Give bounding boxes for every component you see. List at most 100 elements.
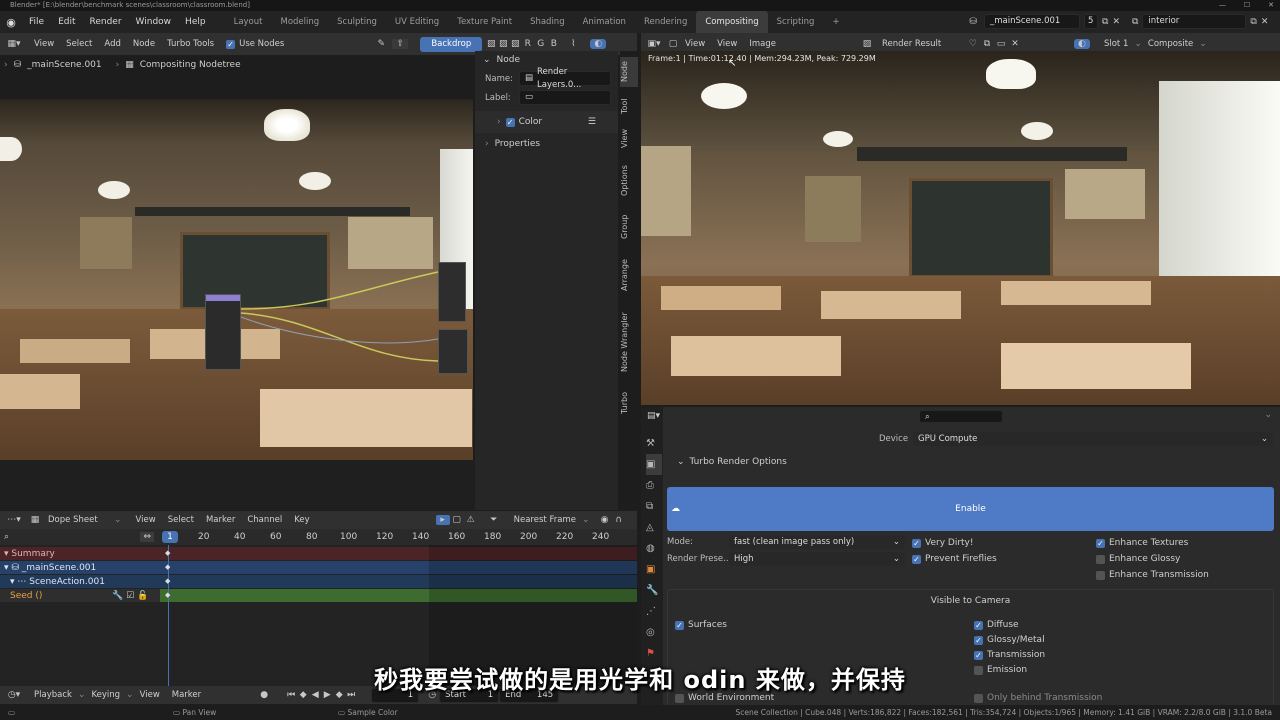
tab-scripting[interactable]: Scripting [768, 11, 824, 33]
tab-texture-paint[interactable]: Texture Paint [448, 11, 521, 33]
scene-name-field[interactable]: _mainScene.001 [984, 14, 1080, 29]
color-subpanel-header[interactable]: › ✓ Color ☰ [475, 111, 618, 133]
overlay-icon[interactable]: ◐ [590, 39, 607, 49]
open-image-icon[interactable]: ▭ [994, 39, 1008, 49]
enhance-transmission-option[interactable]: Enhance Transmission [1096, 570, 1209, 580]
fake-user-icon[interactable]: ♡ [966, 39, 980, 49]
current-frame-indicator[interactable]: 1 [162, 531, 178, 543]
diffuse-checkbox[interactable]: ✓ [974, 620, 983, 630]
color-checkbox[interactable]: ✓ [505, 117, 515, 127]
node-link[interactable] [240, 271, 439, 310]
dopesheet-mode-icon[interactable]: ▦ [28, 515, 42, 525]
tab-shading[interactable]: Shading [521, 11, 574, 33]
enhance-transmission-checkbox[interactable] [1096, 570, 1105, 580]
minimize-button[interactable]: — [1219, 0, 1226, 11]
tool-tab-icon[interactable]: ⚒ [646, 433, 663, 454]
physics-tab-icon[interactable]: ◎ [646, 622, 663, 643]
surfaces-option[interactable]: ✓ Surfaces [675, 620, 727, 630]
channel-g[interactable]: G [534, 39, 547, 49]
very-dirty-option[interactable]: ✓ Very Dirty! [912, 538, 973, 548]
tab-turbo[interactable]: Turbo [620, 387, 638, 419]
tab-arrange[interactable]: Arrange [620, 253, 638, 298]
wrench-icon[interactable]: 🔧 [112, 591, 123, 601]
close-window-button[interactable]: ✕ [1268, 0, 1274, 11]
mode-dropdown[interactable]: fast (clean image pass only) ⌄ [729, 535, 905, 549]
parent-tree-icon[interactable]: ⇧ [392, 39, 409, 49]
breadcrumb-scene[interactable]: _mainScene.001 [27, 60, 101, 70]
blender-logo-icon[interactable]: ◉ [0, 16, 22, 29]
proportional-edit-icon[interactable]: ◉ [598, 515, 612, 525]
very-dirty-checkbox[interactable]: ✓ [912, 538, 921, 548]
glossy-option[interactable]: ✓ Glossy/Metal [974, 635, 1045, 645]
surfaces-checkbox[interactable]: ✓ [675, 620, 684, 630]
world-tab-icon[interactable]: ◍ [646, 538, 663, 559]
view-layer-icon[interactable]: ⧉ [1132, 17, 1138, 27]
enhance-textures-checkbox[interactable]: ✓ [1096, 538, 1105, 548]
properties-panel-header[interactable]: › Properties [475, 135, 618, 153]
node-menu-add[interactable]: Add [98, 33, 126, 55]
new-view-layer-icon[interactable]: ⧉ [1250, 17, 1256, 27]
image-browse-icon[interactable]: ▨ [858, 39, 876, 49]
keyframe-diamond-icon[interactable]: ◆ [165, 577, 170, 585]
node-label-field[interactable]: ▭ [519, 90, 611, 105]
tab-view[interactable]: View [620, 126, 638, 152]
tab-sculpting[interactable]: Sculpting [328, 11, 386, 33]
object-tab-icon[interactable]: ▣ [646, 559, 663, 580]
delete-view-layer-icon[interactable]: ✕ [1261, 17, 1269, 27]
channel-r[interactable]: R [521, 39, 534, 49]
editor-type-icon[interactable]: ▣▾ [641, 39, 667, 49]
editor-type-icon[interactable]: ▤▾ [641, 407, 663, 425]
keyframe-diamond-icon[interactable]: ◆ [165, 591, 170, 599]
transmission-option[interactable]: ✓ Transmission [974, 650, 1045, 660]
menu-file[interactable]: File [22, 11, 51, 33]
dopesheet-menu-marker[interactable]: Marker [200, 511, 241, 529]
turbo-options-header[interactable]: ⌄ Turbo Render Options [677, 457, 787, 467]
tab-animation[interactable]: Animation [574, 11, 635, 33]
keyframe-diamond-icon[interactable]: ◆ [165, 549, 170, 557]
node-name-field[interactable]: ▤ Render Layers.0... [519, 67, 611, 90]
tab-options[interactable]: Options [620, 161, 638, 201]
maximize-button[interactable]: ☐ [1244, 0, 1250, 11]
modifier-tab-icon[interactable]: 🔧 [646, 580, 663, 601]
swap-icon[interactable]: ⇔ [140, 532, 154, 542]
errors-icon[interactable]: ⚠ [464, 515, 478, 525]
particles-tab-icon[interactable]: ⋰ [646, 601, 663, 622]
node-menu-select[interactable]: Select [60, 33, 98, 55]
node-menu-view[interactable]: View [28, 33, 60, 55]
scene-tab-icon[interactable]: ◬ [646, 517, 663, 538]
prevent-fireflies-option[interactable]: ✓ Prevent Fireflies [912, 554, 997, 564]
lock-icon[interactable]: 🔓 [137, 591, 148, 601]
tab-uv-editing[interactable]: UV Editing [386, 11, 448, 33]
tab-group[interactable]: Group [620, 211, 638, 243]
list-icon[interactable]: ☰ [588, 117, 596, 127]
diffuse-option[interactable]: ✓ Diffuse [974, 620, 1019, 630]
backdrop-mode-icon[interactable]: ▨ [485, 39, 497, 49]
node-backdrop-image[interactable] [0, 99, 473, 460]
keyframe-diamond-icon[interactable]: ◆ [165, 563, 170, 571]
enhance-glossy-checkbox[interactable] [1096, 554, 1105, 564]
node-menu-node[interactable]: Node [127, 33, 161, 55]
dopesheet-menu-select[interactable]: Select [162, 511, 200, 529]
falloff-icon[interactable]: ∩ [612, 515, 626, 525]
pin-icon[interactable]: ✎ [374, 39, 388, 49]
delete-scene-icon[interactable]: ✕ [1112, 17, 1120, 27]
backdrop-button[interactable]: Backdrop [420, 36, 483, 52]
breadcrumb-tree[interactable]: Compositing Nodetree [140, 60, 241, 70]
device-dropdown[interactable]: GPU Compute ⌄ [913, 432, 1273, 446]
node-editor-empty-area[interactable] [0, 460, 475, 510]
enable-turbo-button[interactable]: ☁ Enable [667, 487, 1274, 531]
transmission-checkbox[interactable]: ✓ [974, 650, 983, 660]
prevent-fireflies-checkbox[interactable]: ✓ [912, 554, 921, 564]
view-layer-tab-icon[interactable]: ⧉ [646, 496, 663, 517]
new-scene-icon[interactable]: ⧉ [1102, 17, 1108, 27]
node-link[interactable] [240, 312, 439, 362]
overlay-icon[interactable]: ◐ [1073, 39, 1090, 49]
render-result-image[interactable]: Frame:1 | Time:01:12.40 | Mem:294.23M, P… [641, 51, 1280, 405]
backdrop-color-icon[interactable]: ▨ [509, 39, 521, 49]
editor-type-icon[interactable]: ▦▾ [0, 39, 28, 49]
editor-type-icon[interactable]: ⋯▾ [0, 515, 28, 525]
enhance-glossy-option[interactable]: Enhance Glossy [1096, 554, 1180, 564]
output-tab-icon[interactable]: ⎙ [646, 475, 663, 496]
only-selected-icon[interactable]: ▸ [435, 515, 450, 525]
menu-help[interactable]: Help [178, 11, 213, 33]
